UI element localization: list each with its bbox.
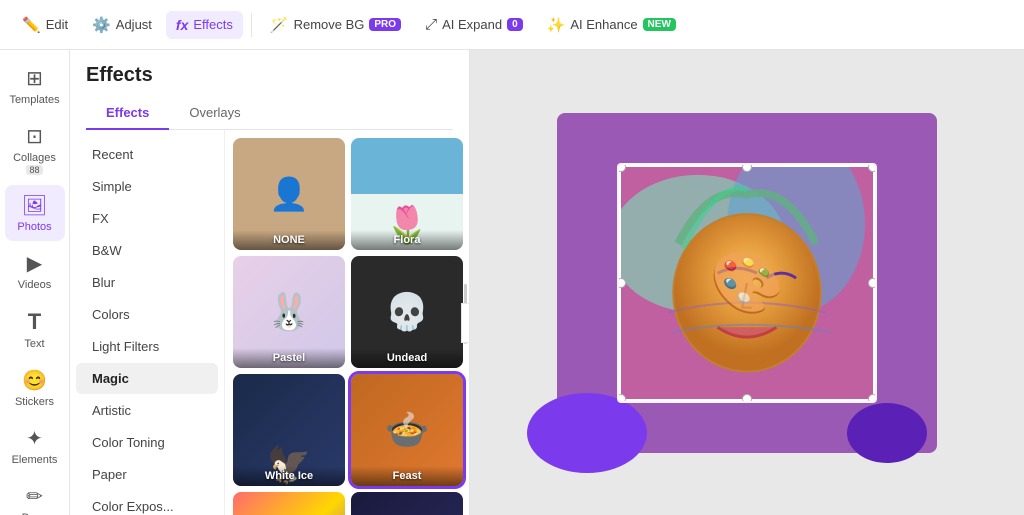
- sidebar-item-text[interactable]: T Text: [5, 301, 65, 358]
- category-recent[interactable]: Recent: [76, 139, 218, 170]
- aienhance-button[interactable]: ✨ AI Enhance NEW: [537, 10, 686, 40]
- effect-none-label: NONE: [233, 230, 345, 250]
- edit-icon: ✏️: [22, 16, 41, 34]
- sidebar-nav: ⊞ Templates ⊡ Collages 88 🖼 Photos ▶ Vid…: [0, 50, 70, 515]
- handle-bottom[interactable]: [742, 394, 752, 403]
- removebg-icon: 🪄: [270, 16, 289, 34]
- category-color-expose[interactable]: Color Expos...: [76, 491, 218, 515]
- category-bw[interactable]: B&W: [76, 235, 218, 266]
- templates-icon: ⊞: [26, 66, 43, 91]
- handle-left[interactable]: [617, 278, 626, 288]
- sidebar-item-elements[interactable]: ✦ Elements: [5, 418, 65, 474]
- effect-flora-label: Flora: [351, 230, 463, 250]
- category-artistic[interactable]: Artistic: [76, 395, 218, 426]
- effect-pastel-label: Pastel: [233, 348, 345, 368]
- aiexpand-button[interactable]: ⤢ AI Expand 0: [415, 10, 533, 39]
- pro-badge: PRO: [369, 18, 401, 31]
- collages-badge: 88: [26, 165, 42, 175]
- effect-feast[interactable]: Feast: [351, 374, 463, 486]
- handle-right[interactable]: [868, 278, 877, 288]
- sidebar-item-draw[interactable]: ✏ Draw: [5, 476, 65, 515]
- photos-label: Photos: [17, 221, 51, 233]
- adjust-button[interactable]: ⚙️ Adjust: [82, 10, 162, 40]
- effect-feast-label: Feast: [351, 466, 463, 486]
- effect-none[interactable]: NONE: [233, 138, 345, 250]
- handle-top[interactable]: [742, 163, 752, 172]
- aiexpand-icon: ⤢: [425, 16, 437, 33]
- category-fx[interactable]: FX: [76, 203, 218, 234]
- collapse-panel-button[interactable]: ‹: [461, 303, 469, 343]
- selection-box: ↻: [619, 165, 875, 401]
- aiexpand-badge: 0: [507, 18, 523, 31]
- aienhance-icon: ✨: [547, 16, 566, 34]
- elements-icon: ✦: [26, 426, 43, 451]
- effect-whiteice[interactable]: White Ice: [233, 374, 345, 486]
- handle-top-right[interactable]: [868, 163, 877, 172]
- effect-undead[interactable]: Undead: [351, 256, 463, 368]
- sidebar-item-stickers[interactable]: 😊 Stickers: [5, 360, 65, 416]
- fx-icon: fx: [176, 17, 188, 33]
- effects-grid: NONE Flora Pastel Undead White Ice: [233, 138, 463, 515]
- tab-overlays[interactable]: Overlays: [169, 97, 260, 130]
- stickers-label: Stickers: [15, 396, 54, 408]
- effects-body: Recent Simple FX B&W Blur Colors Light F…: [70, 130, 469, 515]
- sidebar-item-collages[interactable]: ⊡ Collages 88: [5, 116, 65, 183]
- category-light-filters[interactable]: Light Filters: [76, 331, 218, 362]
- main-layout: ⊞ Templates ⊡ Collages 88 🖼 Photos ▶ Vid…: [0, 50, 1024, 515]
- image-container[interactable]: ↻: [617, 163, 877, 403]
- handle-top-left[interactable]: [617, 163, 626, 172]
- sidebar-item-photos[interactable]: 🖼 Photos: [5, 185, 65, 241]
- effect-badlands[interactable]: Badlands: [351, 492, 463, 515]
- videos-icon: ▶: [27, 251, 42, 276]
- effects-grid-wrapper: NONE Flora Pastel Undead White Ice: [225, 130, 469, 515]
- top-toolbar: ✏️ Edit ⚙️ Adjust fx Effects 🪄 Remove BG…: [0, 0, 1024, 50]
- draw-icon: ✏: [26, 484, 43, 509]
- collages-icon: ⊡: [26, 124, 43, 149]
- canvas-background: ↻: [557, 113, 937, 453]
- effects-button[interactable]: fx Effects: [166, 11, 243, 39]
- effects-tabs: Effects Overlays: [86, 97, 453, 130]
- toolbar-divider: [251, 13, 252, 37]
- tab-effects[interactable]: Effects: [86, 97, 169, 130]
- sidebar-item-templates[interactable]: ⊞ Templates: [5, 58, 65, 114]
- effect-whiteice-label: White Ice: [233, 466, 345, 486]
- effects-panel: Effects Effects Overlays Recent Simple F…: [70, 50, 470, 515]
- category-list: Recent Simple FX B&W Blur Colors Light F…: [70, 130, 225, 515]
- removebg-button[interactable]: 🪄 Remove BG PRO: [260, 10, 411, 40]
- effect-rainbow[interactable]: Rainbow: [233, 492, 345, 515]
- elements-label: Elements: [12, 454, 58, 466]
- category-paper[interactable]: Paper: [76, 459, 218, 490]
- effect-flora[interactable]: Flora: [351, 138, 463, 250]
- effect-pastel[interactable]: Pastel: [233, 256, 345, 368]
- sidebar-item-videos[interactable]: ▶ Videos: [5, 243, 65, 299]
- templates-label: Templates: [9, 94, 59, 106]
- stickers-icon: 😊: [22, 368, 47, 393]
- category-color-toning[interactable]: Color Toning: [76, 427, 218, 458]
- videos-label: Videos: [18, 279, 51, 291]
- effect-undead-label: Undead: [351, 348, 463, 368]
- category-blur[interactable]: Blur: [76, 267, 218, 298]
- text-label: Text: [24, 338, 44, 350]
- category-colors[interactable]: Colors: [76, 299, 218, 330]
- category-simple[interactable]: Simple: [76, 171, 218, 202]
- edit-button[interactable]: ✏️ Edit: [12, 10, 78, 40]
- effects-title: Effects: [70, 50, 469, 97]
- category-magic[interactable]: Magic: [76, 363, 218, 394]
- handle-bottom-left[interactable]: [617, 394, 626, 403]
- handle-bottom-right[interactable]: [868, 394, 877, 403]
- text-icon: T: [28, 309, 41, 335]
- new-badge: NEW: [643, 18, 676, 31]
- collages-label: Collages: [13, 152, 56, 164]
- canvas-area: ↻: [470, 50, 1024, 515]
- adjust-icon: ⚙️: [92, 16, 111, 34]
- photos-icon: 🖼: [22, 193, 47, 218]
